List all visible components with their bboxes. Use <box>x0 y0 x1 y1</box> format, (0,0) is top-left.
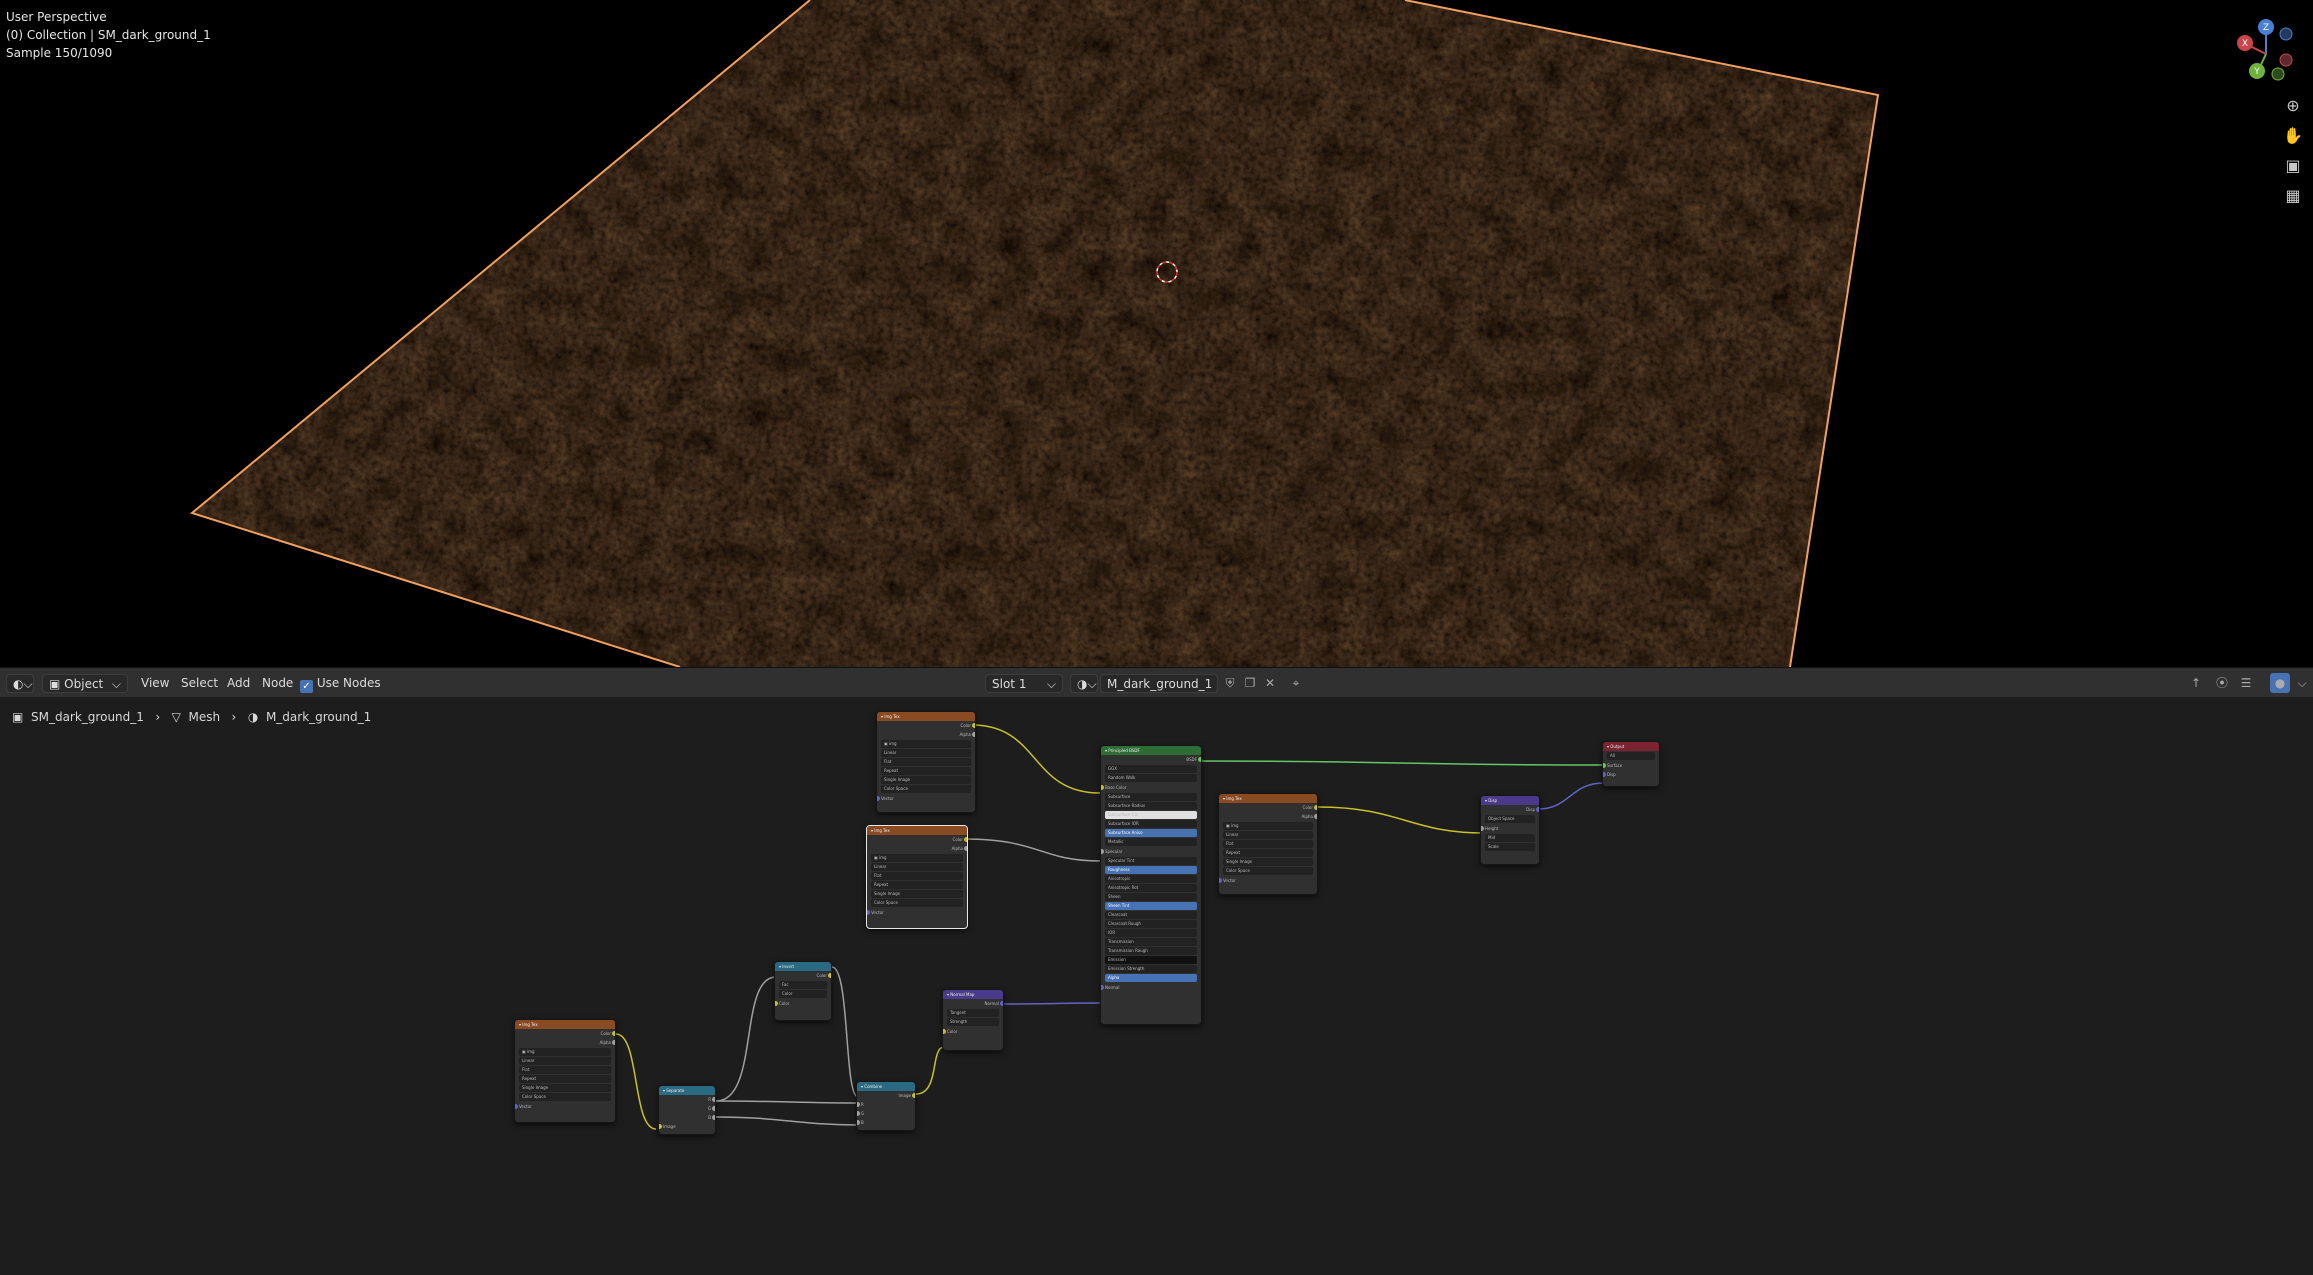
image-texture-node-roughness[interactable]: ▾ Img Tex Color Alpha ▣ img Linear Flat … <box>866 825 968 929</box>
node-header: ▾ Img Tex <box>1219 794 1317 803</box>
menu-node[interactable]: Node <box>262 674 293 693</box>
axis-gizmo[interactable]: Z X Y <box>2228 16 2308 86</box>
svg-text:X: X <box>2242 39 2248 49</box>
combine-rgb-node[interactable]: ▾ Combine Image R G B <box>856 1081 916 1131</box>
material-output-node[interactable]: ▾ Output All Surface Disp <box>1602 741 1660 787</box>
svg-text:Z: Z <box>2263 23 2269 33</box>
hand-pan-icon[interactable]: ✋ <box>2281 124 2305 148</box>
pin-icon[interactable]: ⌖ <box>1286 673 1306 693</box>
view-perspective-label: User Perspective <box>6 10 107 24</box>
menu-add[interactable]: Add <box>227 674 250 693</box>
svg-text:Y: Y <box>2253 67 2260 77</box>
object-mode-icon: ▣ <box>49 677 61 691</box>
chevron-down-icon: ⌵ <box>111 677 121 691</box>
normal-map-node[interactable]: ▾ Normal Map Normal Tangent Strength Col… <box>942 989 1004 1051</box>
ground-plane-render <box>189 0 1880 667</box>
image-texture-node-base-color[interactable]: ▾ Img Tex Color Alpha ▣ img Linear Flat … <box>876 711 976 813</box>
checkbox-checked-icon[interactable]: ✓ <box>300 680 313 693</box>
chevron-down-icon: ⌵ <box>1046 677 1056 691</box>
principled-bsdf-node[interactable]: ▾ Principled BSDF BSDF GGX Random Walk B… <box>1100 745 1202 1025</box>
snap-options-icon[interactable]: ☰ <box>2236 673 2256 693</box>
image-texture-node-normal[interactable]: ▾ Img Tex Color Alpha ▣ img Linear Flat … <box>514 1019 616 1123</box>
node-header: ▾ Output <box>1603 742 1659 751</box>
node-header: ▾ Invert <box>775 962 831 971</box>
snap-icon[interactable]: ⦿ <box>2212 673 2232 693</box>
editor-type-dropdown[interactable]: ◐⌵ <box>6 674 34 693</box>
node-header: ▾ Disp <box>1481 796 1539 805</box>
node-header: ▾ Img Tex <box>877 712 975 721</box>
node-header: ▾ Principled BSDF <box>1101 746 1201 755</box>
node-header: ▾ Img Tex <box>515 1020 615 1029</box>
node-header: ▾ Combine <box>857 1082 915 1091</box>
menu-view[interactable]: View <box>141 674 169 693</box>
slot-dropdown[interactable]: Slot 1 ⌵ <box>985 674 1063 693</box>
3d-viewport[interactable]: User Perspective (0) Collection | SM_dar… <box>0 0 2313 667</box>
parent-node-tree-icon[interactable]: ↑ <box>2186 673 2206 693</box>
node-editor-canvas[interactable]: ▣ SM_dark_ground_1 › ▽ Mesh › ◑ M_dark_g… <box>0 697 2313 1275</box>
chevron-down-icon[interactable]: ⌵ <box>2292 673 2312 693</box>
material-browse-button[interactable]: ◑⌵ <box>1070 674 1098 693</box>
overlay-toggle-icon[interactable]: ● <box>2270 673 2290 693</box>
duplicate-material-icon[interactable]: ❐ <box>1240 673 1260 693</box>
material-name-field[interactable]: M_dark_ground_1 <box>1100 674 1218 693</box>
displacement-node[interactable]: ▾ Disp Disp Object Space Height Mid Scal… <box>1480 795 1540 865</box>
unlink-close-icon[interactable]: ✕ <box>1260 673 1280 693</box>
use-nodes-label: Use Nodes <box>316 676 381 690</box>
grid-icon[interactable]: ▦ <box>2281 184 2305 208</box>
invert-node[interactable]: ▾ Invert Color Fac Color Color <box>774 961 832 1021</box>
image-texture-node-height[interactable]: ▾ Img Tex Color Alpha ▣ img Linear Flat … <box>1218 793 1318 895</box>
mode-dropdown[interactable]: ▣ Object ⌵ <box>42 674 128 693</box>
camera-icon[interactable]: ▣ <box>2281 154 2305 178</box>
fake-user-shield-icon[interactable]: ⛨ <box>1220 673 1240 693</box>
collection-label: (0) Collection | SM_dark_ground_1 <box>6 28 211 42</box>
use-nodes-toggle[interactable]: ✓ Use Nodes <box>300 674 381 693</box>
node-header: ▾ Img Tex <box>867 826 967 835</box>
node-editor-header: ◐⌵ ▣ Object ⌵ View Select Add Node ✓ Use… <box>0 667 2313 697</box>
slot-label: Slot 1 <box>992 677 1027 691</box>
sample-count-label: Sample 150/1090 <box>6 46 113 60</box>
separate-rgb-node[interactable]: ▾ Separate R G B Image <box>658 1085 716 1135</box>
zoom-icon[interactable]: ⊕ <box>2281 94 2305 118</box>
menu-select[interactable]: Select <box>181 674 218 693</box>
node-header: ▾ Separate <box>659 1086 715 1095</box>
mode-label: Object <box>64 677 104 691</box>
node-header: ▾ Normal Map <box>943 990 1003 999</box>
